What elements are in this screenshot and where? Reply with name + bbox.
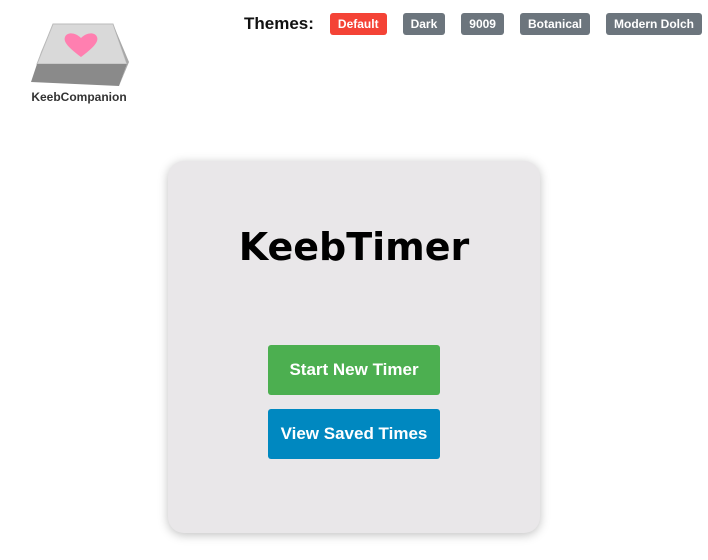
timer-card: KeebTimer Start New Timer View Saved Tim… xyxy=(168,161,540,533)
theme-dark-button[interactable]: Dark xyxy=(402,13,446,35)
themes-label: Themes: xyxy=(244,14,314,33)
theme-9009-button[interactable]: 9009 xyxy=(461,13,504,35)
theme-botanical-button[interactable]: Botanical xyxy=(519,13,590,35)
view-saved-times-button[interactable]: View Saved Times xyxy=(268,409,440,459)
logo-text: KeebCompanion xyxy=(31,90,127,104)
themes-bar: Themes: Default Dark 9009 Botanical Mode… xyxy=(244,13,702,35)
keycap-heart-icon xyxy=(31,23,129,86)
app-title: KeebTimer xyxy=(238,225,470,269)
app-logo[interactable]: KeebCompanion xyxy=(24,22,134,104)
theme-modern-dolch-button[interactable]: Modern Dolch xyxy=(606,13,702,35)
theme-default-button[interactable]: Default xyxy=(329,13,387,35)
start-new-timer-button[interactable]: Start New Timer xyxy=(268,345,440,395)
